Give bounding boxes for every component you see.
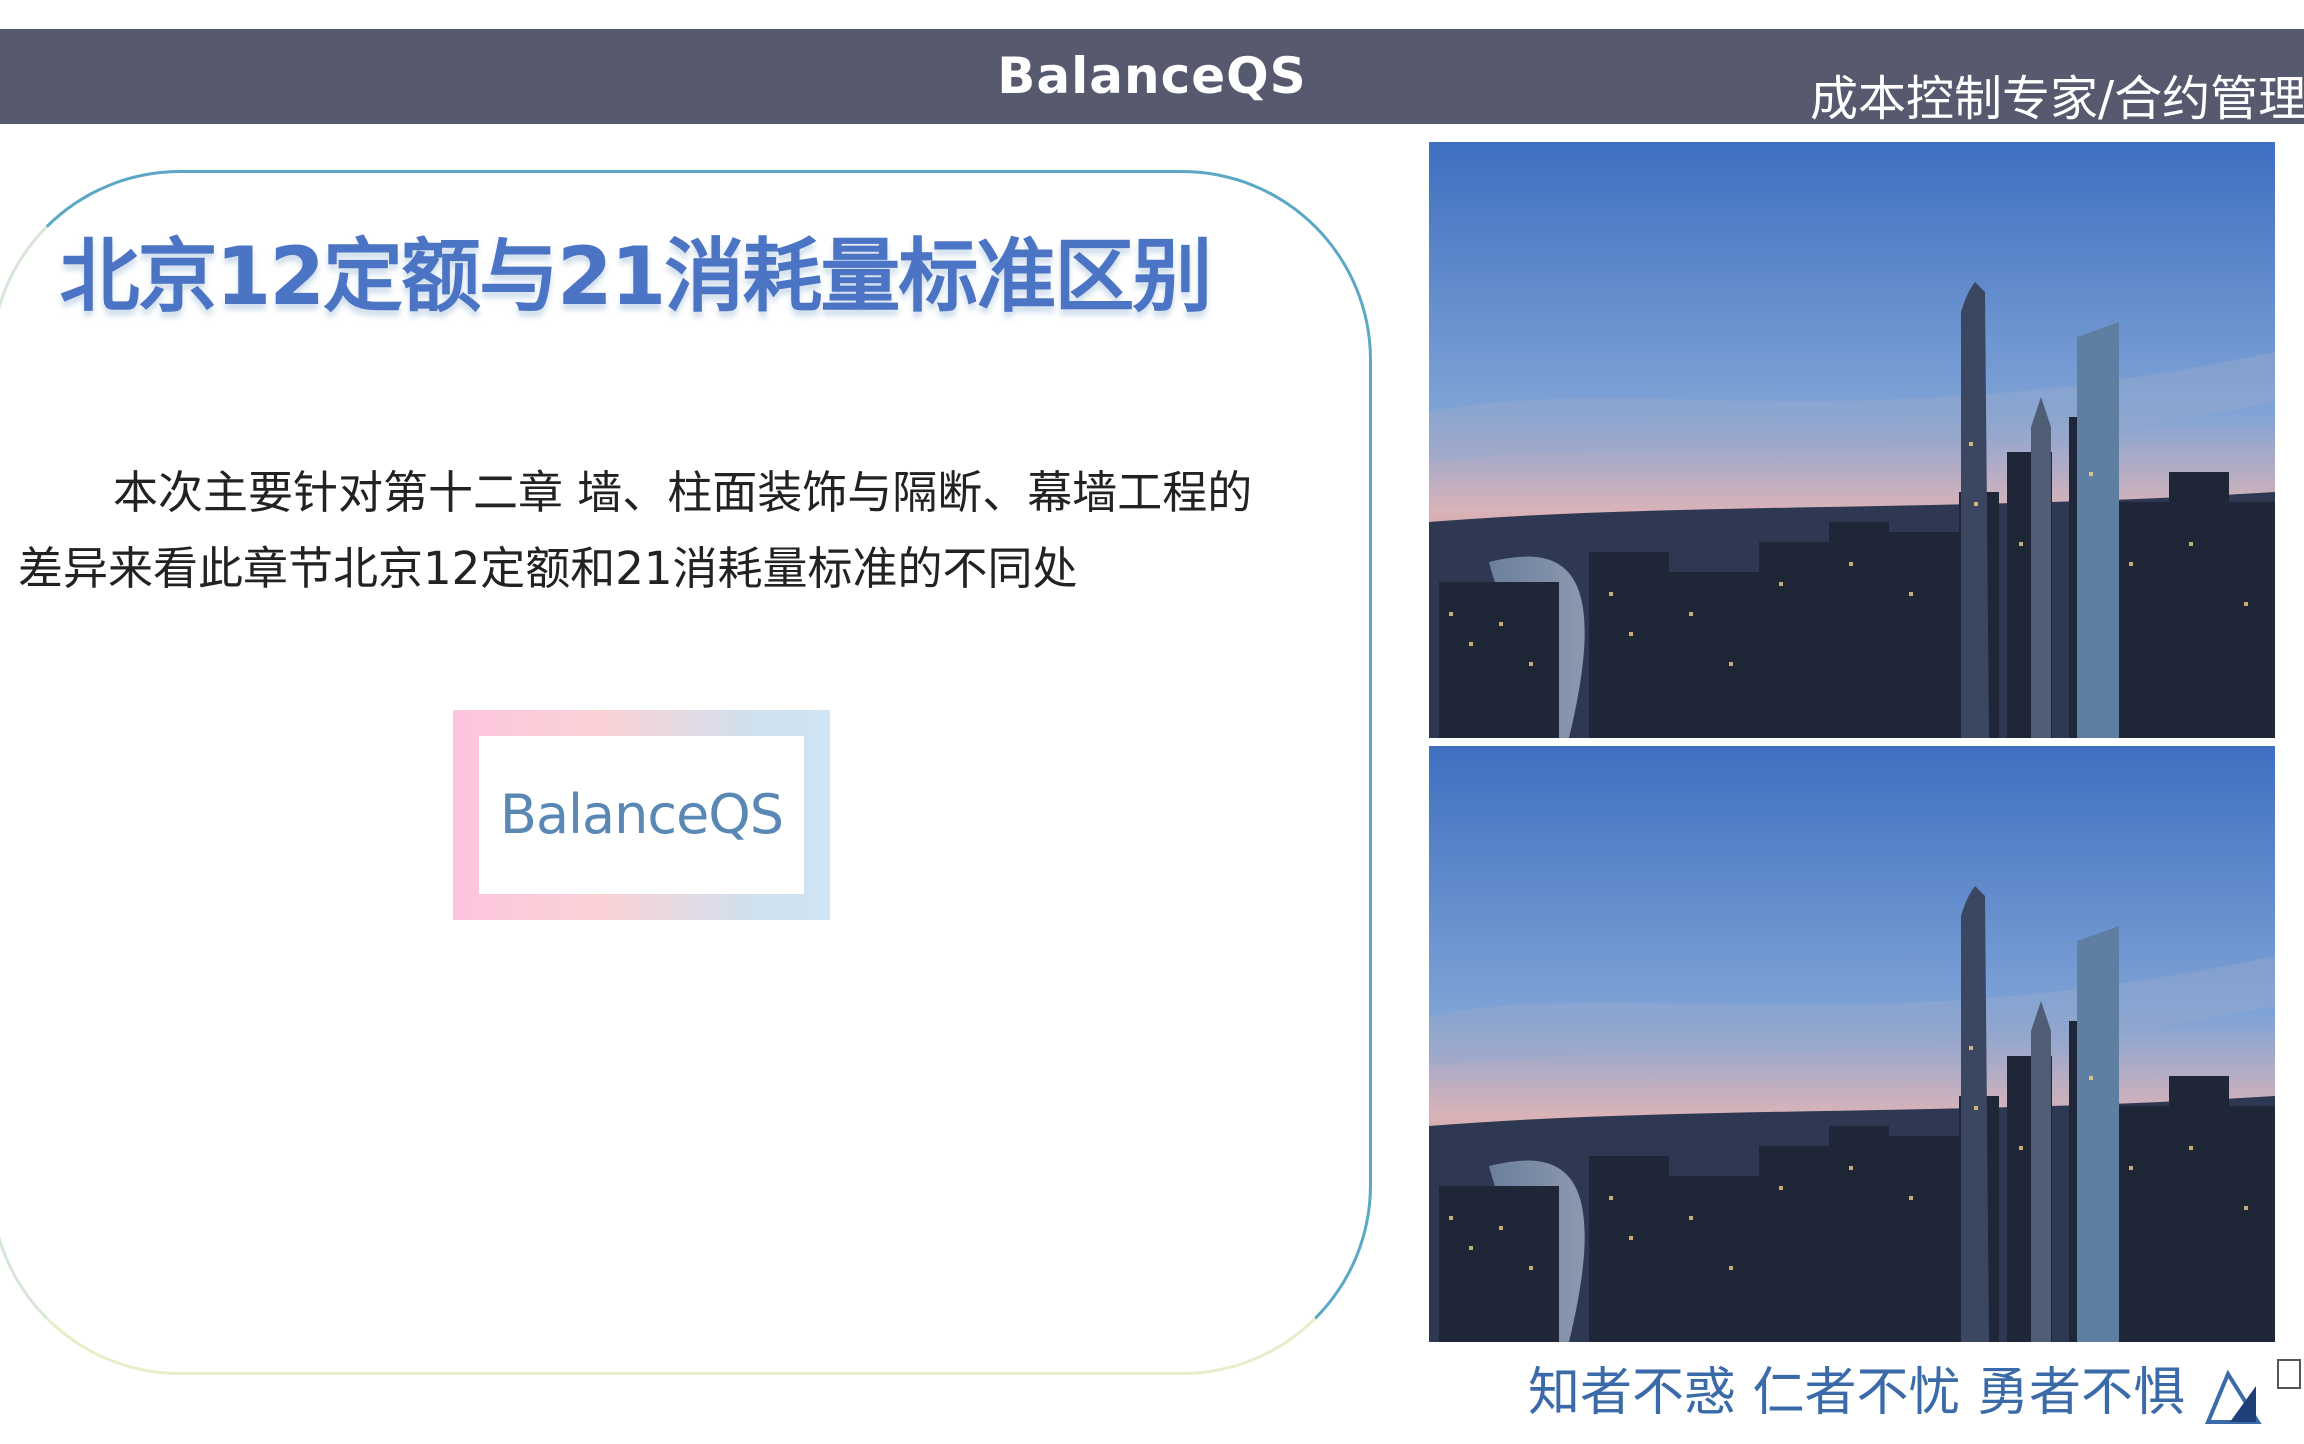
footer-motto: 知者不惑 仁者不忧 勇者不惧	[1528, 1363, 2186, 1423]
intro-paragraph: 本次主要针对第十二章 墙、柱面装饰与隔断、幕墙工程的差异来看此章节北京12定额和…	[18, 455, 1268, 607]
brand-logo-box: BalanceQS	[453, 710, 830, 920]
header-slogan: 成本控制专家/合约管理	[1810, 71, 2304, 127]
brand-logo-inner: BalanceQS	[479, 736, 804, 894]
city-skyline-photo-top	[1429, 142, 2275, 738]
city-skyline-photo-bottom	[1429, 746, 2275, 1342]
city-skyline-image	[1429, 142, 2275, 738]
brand-logo-text: BalanceQS	[499, 783, 784, 846]
slide-title: 北京12定额与21消耗量标准区别	[59, 230, 1213, 323]
company-logo-icon	[2200, 1352, 2304, 1440]
city-skyline-image	[1429, 746, 2275, 1342]
header-bar: BalanceQS 成本控制专家/合约管理	[0, 29, 2304, 127]
intro-paragraph-text: 本次主要针对第十二章 墙、柱面装饰与隔断、幕墙工程的差异来看此章节北京12定额和…	[18, 466, 1253, 595]
